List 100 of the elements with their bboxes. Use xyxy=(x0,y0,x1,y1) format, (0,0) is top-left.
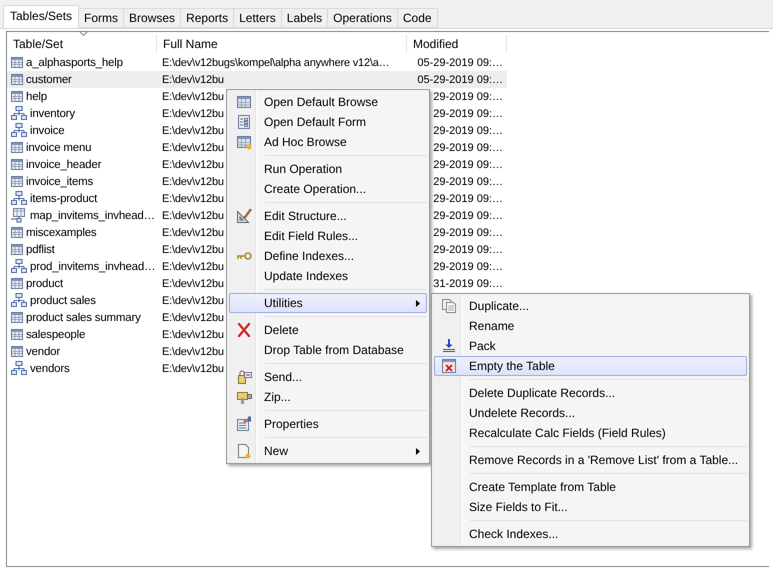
menu-item[interactable]: Remove Records in a 'Remove List' from a Table... xyxy=(434,450,747,470)
file-path: E:\dev\v12bu xyxy=(162,176,224,188)
column-header[interactable]: Modified xyxy=(407,35,507,53)
menu-item[interactable]: Edit Field Rules... xyxy=(229,226,427,246)
modified-date: 29-2019 09:… xyxy=(433,244,503,256)
menu-item[interactable]: Duplicate... xyxy=(434,296,747,316)
table-icon xyxy=(11,244,23,255)
table-name: customer xyxy=(26,74,72,86)
table-name: product sales summary xyxy=(26,312,141,324)
tab[interactable]: Reports xyxy=(180,8,234,28)
menu-item[interactable]: Undelete Records... xyxy=(434,403,747,423)
menu-item[interactable]: Size Fields to Fit... xyxy=(434,497,747,517)
table-name: product xyxy=(26,278,63,290)
tab[interactable]: Code xyxy=(396,8,438,28)
file-path: E:\dev\v12bu xyxy=(162,328,224,340)
file-path: E:\dev\v12bu xyxy=(162,362,224,374)
table-name: invoice_items xyxy=(26,176,94,188)
file-path: E:\dev\v12bu xyxy=(162,278,224,290)
file-path: E:\dev\v12bugs\kompel\alpha anywhere v12\a… xyxy=(162,56,390,68)
menu-item[interactable]: Define Indexes... xyxy=(229,246,427,266)
map-table-icon xyxy=(11,208,27,223)
table-icon xyxy=(11,329,23,340)
table-name: miscexamples xyxy=(26,226,96,238)
file-path: E:\dev\v12bu xyxy=(162,312,224,324)
file-path: E:\dev\v12bu xyxy=(162,108,224,120)
menu-item[interactable]: Pack xyxy=(434,336,747,356)
file-path: E:\dev\v12bu xyxy=(162,294,224,306)
tab[interactable]: Forms xyxy=(78,8,124,28)
table-name: salespeople xyxy=(26,328,86,340)
file-path: E:\dev\v12bu xyxy=(162,260,224,272)
menu-item[interactable]: Open Default Browse xyxy=(229,92,427,112)
menu-item[interactable]: Create Operation... xyxy=(229,179,427,199)
menu-item[interactable]: Drop Table from Database xyxy=(229,340,427,360)
tab[interactable]: Tables/Sets xyxy=(3,5,80,28)
table-icon xyxy=(11,346,23,357)
triangle-pencil-icon xyxy=(236,208,252,224)
menu-item[interactable]: Recalculate Calc Fields (Field Rules) xyxy=(434,423,747,443)
table-name: inventory xyxy=(30,108,75,120)
menu-item[interactable]: Delete Duplicate Records... xyxy=(434,383,747,403)
modified-date: 05-29-2019 09:… xyxy=(417,74,503,86)
table-row[interactable]: customer E:\dev\v12bu 05-29-2019 09:… xyxy=(7,71,507,88)
menu-item[interactable]: Zip... xyxy=(229,387,427,407)
modified-date: 29-2019 09:… xyxy=(433,176,503,188)
tab[interactable]: Letters xyxy=(233,8,282,28)
delete-icon xyxy=(236,322,252,338)
table-icon xyxy=(11,142,23,153)
file-path: E:\dev\v12bu xyxy=(162,158,224,170)
modified-date: 29-2019 09:… xyxy=(433,108,503,120)
table-icon xyxy=(11,159,23,170)
menu-item[interactable]: Utilities xyxy=(229,293,427,313)
table-icon xyxy=(11,227,23,238)
file-path: E:\dev\v12bu xyxy=(162,210,224,222)
file-path: E:\dev\v12bu xyxy=(162,124,224,136)
menu-item[interactable]: Run Operation xyxy=(229,159,427,179)
menu-item[interactable]: Edit Structure... xyxy=(229,206,427,226)
hierarchy-icon xyxy=(11,293,27,308)
tab[interactable]: Labels xyxy=(280,8,328,28)
menu-item[interactable]: Delete xyxy=(229,320,427,340)
file-path: E:\dev\v12bu xyxy=(162,346,224,358)
hierarchy-icon xyxy=(11,259,27,274)
menu-item[interactable]: Ad Hoc Browse xyxy=(229,132,427,152)
modified-date: 29-2019 09:… xyxy=(433,90,503,102)
menu-item[interactable]: Update Indexes xyxy=(229,266,427,286)
menu-item[interactable]: Open Default Form xyxy=(229,112,427,132)
modified-date: 29-2019 09:… xyxy=(433,260,503,272)
column-header[interactable]: Full Name xyxy=(157,35,407,53)
table-icon xyxy=(11,278,23,289)
table-name: help xyxy=(26,90,47,102)
table-name: prod_invitems_invhead… xyxy=(30,260,156,272)
column-header[interactable]: Table/Set xyxy=(7,35,157,53)
hierarchy-icon xyxy=(11,106,27,121)
table-icon xyxy=(11,57,23,68)
hierarchy-icon xyxy=(11,123,27,138)
table-name: invoice xyxy=(30,124,64,136)
modified-date: 29-2019 09:… xyxy=(433,124,503,136)
tab[interactable]: Operations xyxy=(327,8,398,28)
menu-item[interactable]: Send... xyxy=(229,367,427,387)
modified-date: 29-2019 09:… xyxy=(433,142,503,154)
menu-item[interactable]: New xyxy=(229,441,427,461)
copy-icon xyxy=(441,298,457,314)
tab[interactable]: Browses xyxy=(123,8,182,28)
menu-item[interactable]: Rename xyxy=(434,316,747,336)
menu-item[interactable]: Properties xyxy=(229,414,427,434)
menu-item[interactable]: Empty the Table xyxy=(434,356,747,376)
menu-item[interactable]: Check Indexes... xyxy=(434,524,747,544)
table-name: map_invitems_invhead… xyxy=(30,210,155,222)
table-name: items-product xyxy=(30,192,98,204)
table-name: invoice menu xyxy=(26,142,92,154)
clear-table-icon xyxy=(441,358,457,374)
table-name: invoice_header xyxy=(26,158,102,170)
menu-item[interactable]: Create Template from Table xyxy=(434,477,747,497)
file-path: E:\dev\v12bu xyxy=(162,74,224,86)
zip-icon xyxy=(236,389,252,405)
form-icon xyxy=(236,114,252,130)
table-icon xyxy=(11,312,23,323)
file-path: E:\dev\v12bu xyxy=(162,90,224,102)
properties-icon xyxy=(236,416,252,432)
modified-date: 29-2019 09:… xyxy=(433,226,503,238)
modified-date: 31-2019 09:… xyxy=(433,278,503,290)
table-name: pdflist xyxy=(26,244,55,256)
